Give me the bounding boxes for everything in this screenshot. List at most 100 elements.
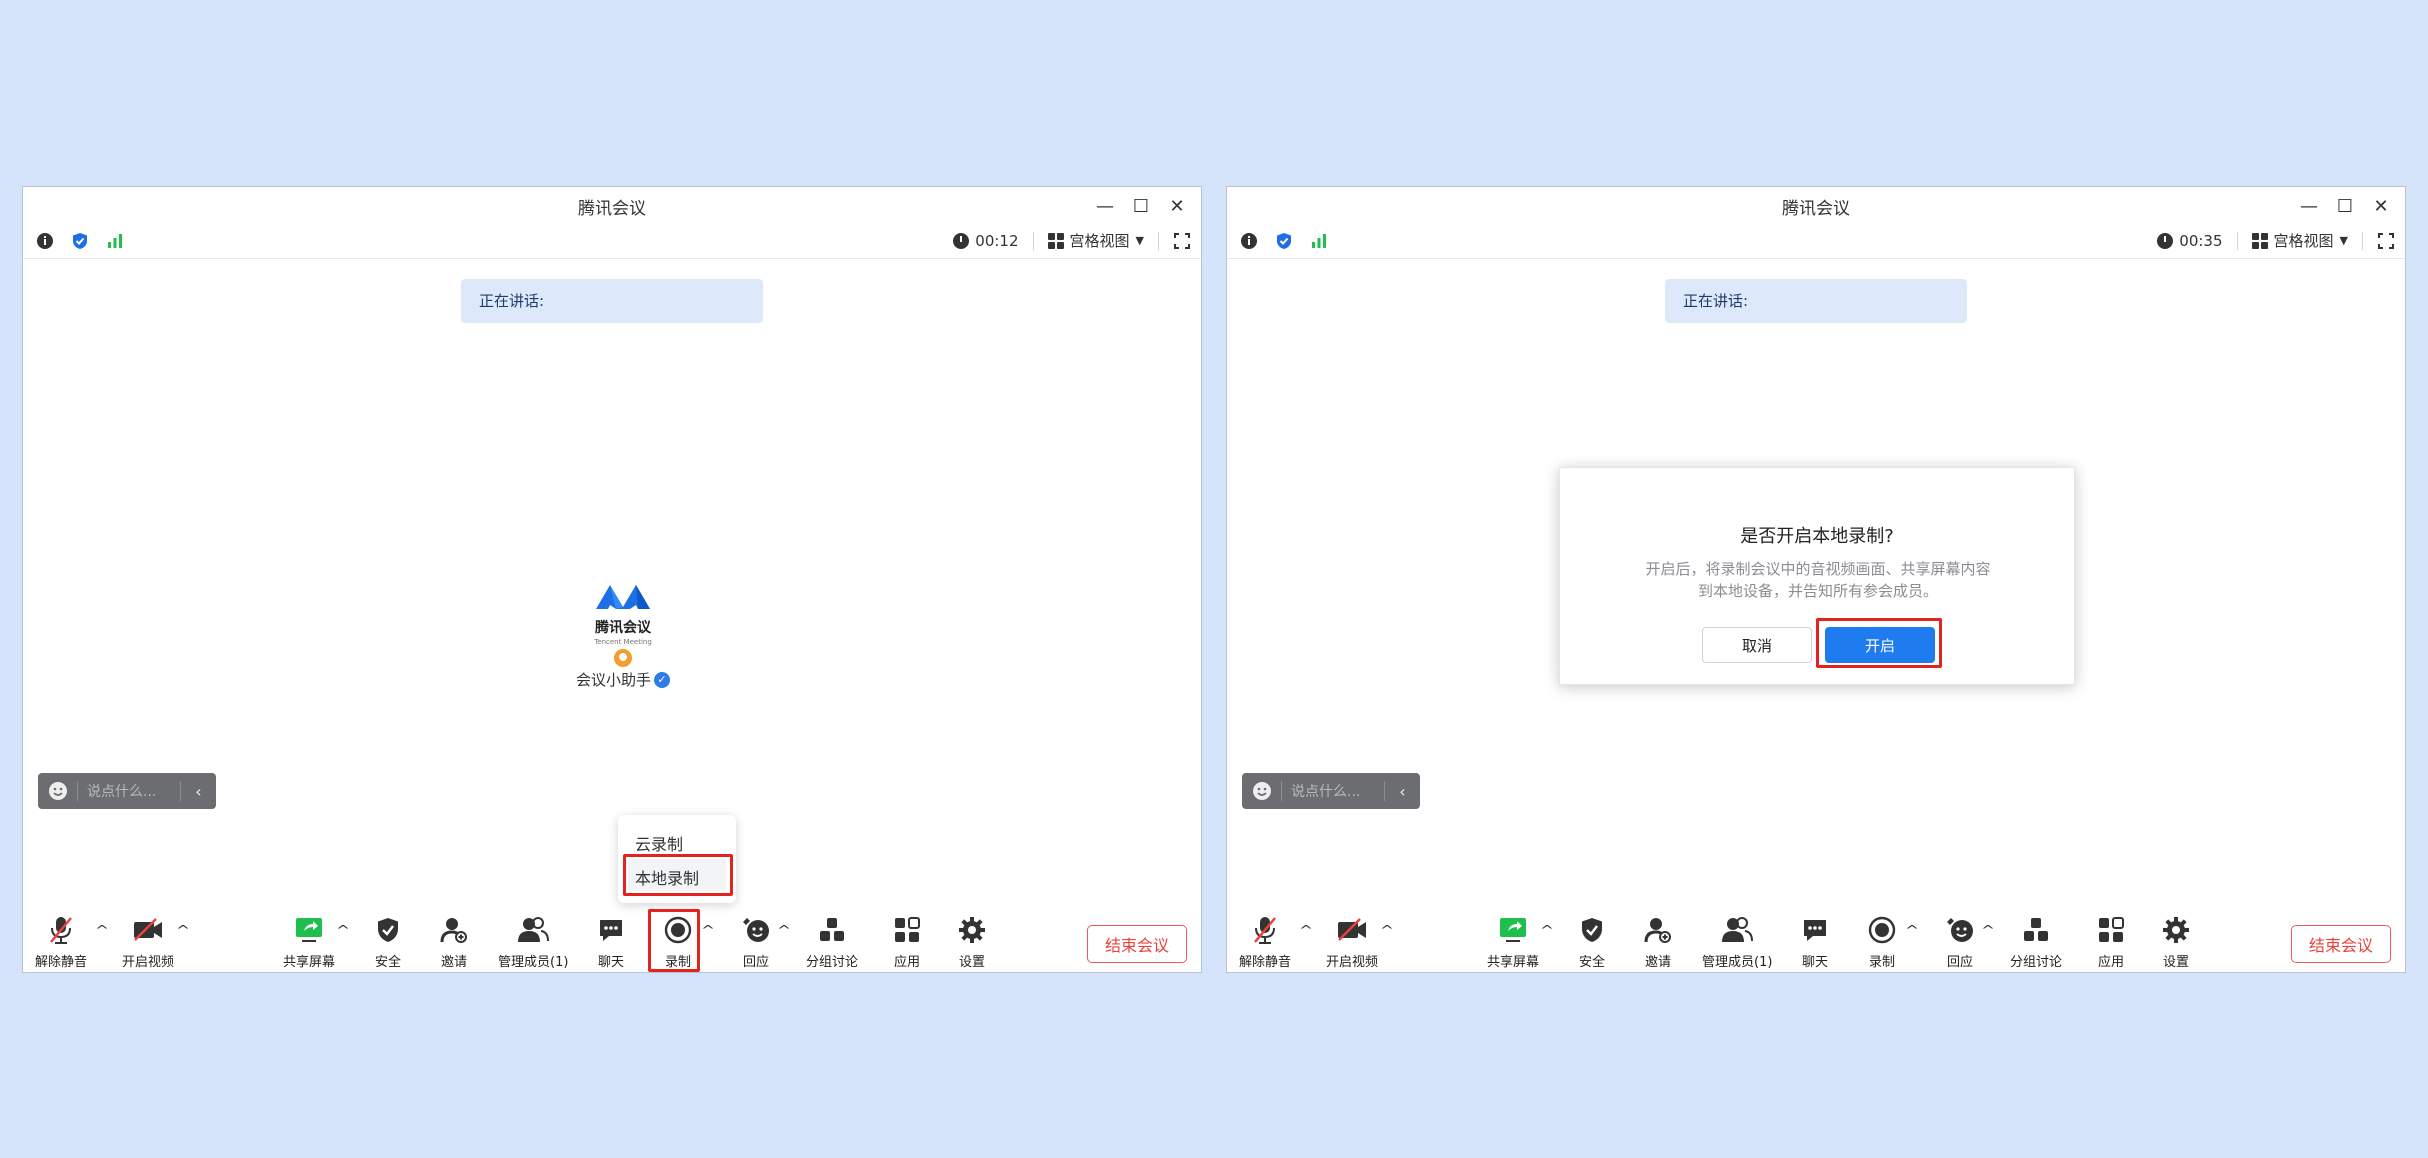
info-icon[interactable] <box>1240 232 1258 250</box>
share-label: 共享屏幕 <box>1487 955 1540 970</box>
mute-caret-icon[interactable]: ^ <box>1299 923 1313 937</box>
members-button[interactable]: 管理成员(1) <box>498 903 569 972</box>
chat-button[interactable]: 聊天 <box>597 903 625 972</box>
security-button[interactable]: 安全 <box>375 903 402 972</box>
info-icon[interactable] <box>36 232 54 250</box>
invite-user-icon <box>440 918 467 943</box>
chat-quick-input[interactable]: 说点什么... ‹ <box>1242 773 1420 809</box>
share-caret-icon[interactable]: ^ <box>1540 923 1554 937</box>
share-screen-button[interactable]: 共享屏幕 <box>1487 903 1540 972</box>
menu-item-cloud-record[interactable]: 云录制 <box>628 825 726 857</box>
apps-button[interactable]: 应用 <box>2097 903 2125 972</box>
mute-button[interactable]: 解除静音 <box>35 903 88 972</box>
collapse-chevron-icon[interactable]: ‹ <box>180 781 216 801</box>
window-controls: — ☐ ✕ <box>1089 191 1193 221</box>
shield-check-icon[interactable] <box>71 232 89 250</box>
mute-label: 解除静音 <box>35 955 88 970</box>
record-button[interactable]: 录制 <box>664 903 692 972</box>
clock-icon <box>2157 232 2174 249</box>
share-screen-icon <box>296 918 322 942</box>
verified-icon: ✓ <box>654 671 670 688</box>
invite-label: 邀请 <box>1644 955 1671 970</box>
status-bar: 00:35 宫格视图 ▼ <box>1227 225 2405 259</box>
breakout-label: 分组讨论 <box>806 955 859 970</box>
record-button[interactable]: 录制 <box>1868 903 1896 972</box>
view-switch-button[interactable]: 宫格视图 ▼ <box>1047 230 1144 251</box>
gear-icon <box>2163 917 2189 943</box>
confirm-start-button[interactable]: 开启 <box>1825 627 1935 663</box>
cancel-button[interactable]: 取消 <box>1702 627 1812 663</box>
video-button[interactable]: 开启视频 <box>1326 903 1378 972</box>
invite-button[interactable]: 邀请 <box>440 903 468 972</box>
chat-input[interactable]: 说点什么... <box>78 781 180 801</box>
dialog-title: 是否开启本地录制? <box>1740 526 1894 547</box>
video-caret-icon[interactable]: ^ <box>1380 923 1394 937</box>
security-button[interactable]: 安全 <box>1579 903 1606 972</box>
end-meeting-button[interactable]: 结束会议 <box>1087 925 1187 963</box>
close-icon[interactable]: ✕ <box>1161 191 1193 221</box>
record-icon <box>1868 916 1896 944</box>
security-label: 安全 <box>375 955 402 970</box>
emoji-icon[interactable] <box>38 781 78 801</box>
react-button[interactable]: 回应 <box>741 903 771 972</box>
react-button[interactable]: 回应 <box>1945 903 1975 972</box>
hand-emoji-icon <box>1947 918 1973 942</box>
view-switch-button[interactable]: 宫格视图 ▼ <box>2251 230 2348 251</box>
maximize-icon[interactable]: ☐ <box>2329 191 2361 221</box>
record-caret-icon[interactable]: ^ <box>1905 923 1919 937</box>
video-button[interactable]: 开启视频 <box>122 903 175 972</box>
meeting-window-left: 腾讯会议 — ☐ ✕ 00:12 宫格视图 ▼ 正在讲话: 腾讯会议 Tence… <box>22 186 1202 973</box>
minimize-icon[interactable]: — <box>1089 191 1121 221</box>
record-menu: 云录制 本地录制 <box>618 815 736 903</box>
end-meeting-button[interactable]: 结束会议 <box>2291 925 2391 963</box>
meeting-window-right: 腾讯会议 — ☐ ✕ 00:35 宫格视图 ▼ 正在讲话: 是否开启本地录制? … <box>1226 186 2406 973</box>
security-shield-icon <box>378 918 398 942</box>
mute-label: 解除静音 <box>1239 955 1292 970</box>
meeting-timer: 00:12 <box>953 231 1019 250</box>
signal-icon[interactable] <box>106 232 124 250</box>
apps-grid-icon <box>895 917 920 942</box>
video-label: 开启视频 <box>122 955 175 970</box>
signal-icon[interactable] <box>1310 232 1328 250</box>
menu-item-local-record[interactable]: 本地录制 <box>628 859 726 891</box>
fullscreen-icon[interactable] <box>2377 232 2395 250</box>
meeting-toolbar: 解除静音 ^ 开启视频 ^ 共享屏幕 ^ 安全 邀请 管理成员(1) 聊天 录制… <box>1227 903 2405 972</box>
shield-check-icon[interactable] <box>1275 232 1293 250</box>
share-caret-icon[interactable]: ^ <box>336 923 350 937</box>
tencent-meeting-logo <box>596 585 650 609</box>
mute-button[interactable]: 解除静音 <box>1239 903 1292 972</box>
members-label: 管理成员(1) <box>498 955 569 970</box>
close-icon[interactable]: ✕ <box>2365 191 2397 221</box>
record-icon <box>664 916 692 944</box>
share-screen-icon <box>1500 918 1526 942</box>
security-label: 安全 <box>1579 955 1606 970</box>
members-button[interactable]: 管理成员(1) <box>1702 903 1772 972</box>
chat-input[interactable]: 说点什么... <box>1282 781 1384 801</box>
apps-button[interactable]: 应用 <box>893 903 921 972</box>
chat-quick-input[interactable]: 说点什么... ‹ <box>38 773 216 809</box>
breakout-button[interactable]: 分组讨论 <box>806 903 859 972</box>
fullscreen-icon[interactable] <box>1173 232 1191 250</box>
record-caret-icon[interactable]: ^ <box>701 923 715 937</box>
mic-muted-icon <box>50 917 72 944</box>
share-screen-button[interactable]: 共享屏幕 <box>283 903 335 972</box>
invite-button[interactable]: 邀请 <box>1644 903 1672 972</box>
breakout-button[interactable]: 分组讨论 <box>2010 903 2062 972</box>
view-label: 宫格视图 <box>2273 232 2334 250</box>
security-shield-icon <box>1582 918 1602 942</box>
collapse-chevron-icon[interactable]: ‹ <box>1384 781 1420 801</box>
meeting-timer: 00:35 <box>2157 232 2223 250</box>
react-caret-icon[interactable]: ^ <box>1981 923 1995 937</box>
settings-button[interactable]: 设置 <box>958 903 986 972</box>
emoji-icon[interactable] <box>1242 781 1282 801</box>
camera-off-icon <box>134 918 162 941</box>
mute-caret-icon[interactable]: ^ <box>95 923 109 937</box>
maximize-icon[interactable]: ☐ <box>1125 191 1157 221</box>
react-caret-icon[interactable]: ^ <box>777 923 791 937</box>
video-caret-icon[interactable]: ^ <box>176 923 190 937</box>
chat-button[interactable]: 聊天 <box>1801 903 1829 972</box>
settings-button[interactable]: 设置 <box>2162 903 2190 972</box>
minimize-icon[interactable]: — <box>2293 191 2325 221</box>
timer-text: 00:12 <box>975 231 1019 250</box>
dialog-message: 开启后，将录制会议中的音视频画面、共享屏幕内容 到本地设备，并告知所有参会成员。 <box>1620 558 2016 602</box>
